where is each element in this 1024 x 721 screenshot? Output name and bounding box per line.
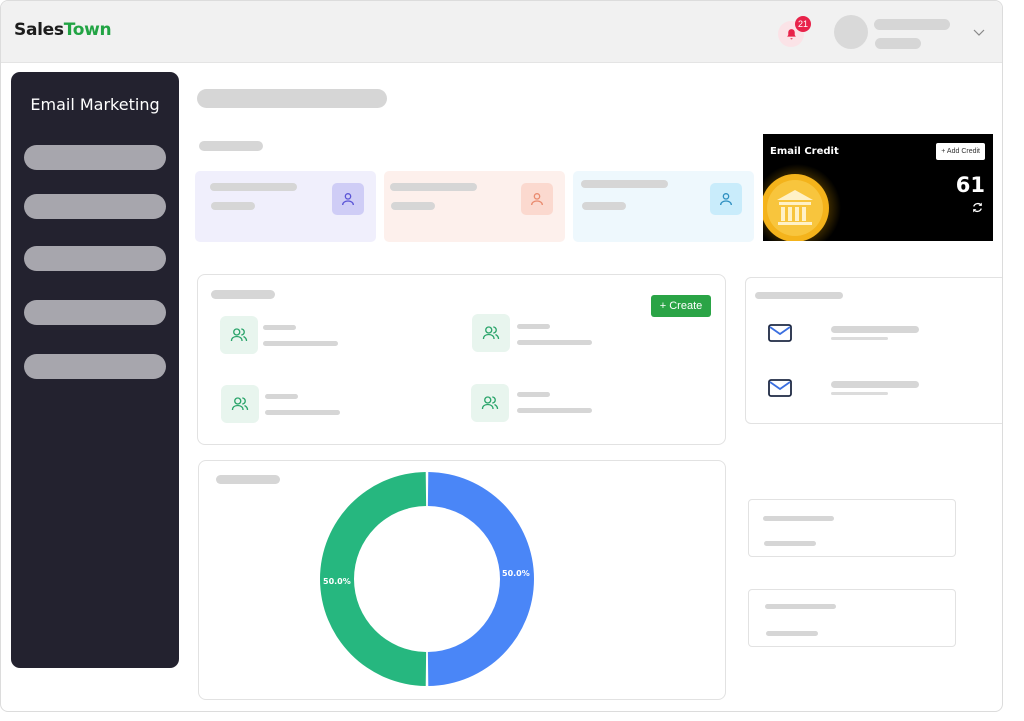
sidebar-item-1[interactable] xyxy=(24,145,166,170)
slice-label-blue: 50.0% xyxy=(502,569,530,578)
stat-label-placeholder xyxy=(581,180,668,188)
email-meta-placeholder xyxy=(831,337,888,340)
stat-label-placeholder xyxy=(390,183,477,191)
list-value-placeholder xyxy=(265,410,340,415)
mail-icon xyxy=(768,324,792,342)
donut-slice-1[interactable] xyxy=(427,472,534,686)
stat-label-placeholder xyxy=(210,183,297,191)
card-label-placeholder xyxy=(765,604,836,609)
bank-coin-icon xyxy=(763,164,841,241)
stat-card-2[interactable] xyxy=(384,171,565,242)
stat-card-3[interactable] xyxy=(573,171,754,242)
card-value-placeholder xyxy=(764,541,816,546)
stat-card-1[interactable] xyxy=(195,171,376,242)
panel-title-placeholder xyxy=(211,290,275,299)
donut-chart xyxy=(319,472,534,686)
list-label-placeholder xyxy=(517,324,550,329)
email-subject-placeholder xyxy=(831,381,919,388)
brand-name-part2: Town xyxy=(63,20,112,40)
page-title-placeholder xyxy=(197,89,387,108)
brand-name-part1: Sales xyxy=(14,20,64,40)
email-meta-placeholder xyxy=(831,392,888,395)
user-role-placeholder xyxy=(875,38,921,49)
chevron-down-icon[interactable] xyxy=(972,25,986,39)
list-value-placeholder xyxy=(517,340,592,345)
app-window: SalesTown 21 Email Marketing Email Credi… xyxy=(0,0,1003,712)
email-subject-placeholder xyxy=(831,326,919,333)
sidebar-item-2[interactable] xyxy=(24,194,166,219)
mail-icon xyxy=(768,379,792,397)
users-icon xyxy=(221,385,259,423)
sidebar-item-3[interactable] xyxy=(24,246,166,271)
sidebar: Email Marketing xyxy=(11,72,179,668)
list-label-placeholder xyxy=(263,325,296,330)
section-label-placeholder xyxy=(199,141,263,151)
users-icon xyxy=(220,316,258,354)
user-icon xyxy=(521,183,553,215)
create-button[interactable]: + Create xyxy=(651,295,711,317)
recent-emails-panel xyxy=(745,277,1002,424)
list-value-placeholder xyxy=(263,341,338,346)
card-value-placeholder xyxy=(766,631,818,636)
add-credit-button[interactable]: + Add Credit xyxy=(936,143,985,160)
user-avatar[interactable] xyxy=(834,15,868,49)
summary-card-1[interactable] xyxy=(748,499,956,557)
notification-badge: 21 xyxy=(795,16,811,32)
panel-title-placeholder xyxy=(216,475,280,484)
sidebar-item-5[interactable] xyxy=(24,354,166,379)
user-icon xyxy=(332,183,364,215)
card-label-placeholder xyxy=(763,516,834,521)
sidebar-item-4[interactable] xyxy=(24,300,166,325)
stat-value-placeholder xyxy=(582,202,626,210)
users-icon xyxy=(472,314,510,352)
email-credit-value: 61 xyxy=(955,173,985,197)
bell-icon xyxy=(786,28,796,39)
email-credit-label: Email Credit xyxy=(770,146,839,157)
brand-logo[interactable]: SalesTown xyxy=(14,20,112,40)
panel-title-placeholder xyxy=(755,292,843,299)
refresh-icon[interactable] xyxy=(971,201,984,214)
top-header: SalesTown 21 xyxy=(1,1,1002,63)
user-name-placeholder xyxy=(874,19,950,30)
summary-card-2[interactable] xyxy=(748,589,956,647)
email-credit-card: Email Credit + Add Credit 61 xyxy=(763,134,993,241)
stat-value-placeholder xyxy=(211,202,255,210)
stat-value-placeholder xyxy=(391,202,435,210)
slice-label-green: 50.0% xyxy=(323,577,351,586)
list-label-placeholder xyxy=(265,394,298,399)
sidebar-title: Email Marketing xyxy=(30,95,160,114)
list-value-placeholder xyxy=(517,408,592,413)
user-icon xyxy=(710,183,742,215)
list-label-placeholder xyxy=(517,392,550,397)
users-icon xyxy=(471,384,509,422)
lists-panel xyxy=(197,274,726,445)
